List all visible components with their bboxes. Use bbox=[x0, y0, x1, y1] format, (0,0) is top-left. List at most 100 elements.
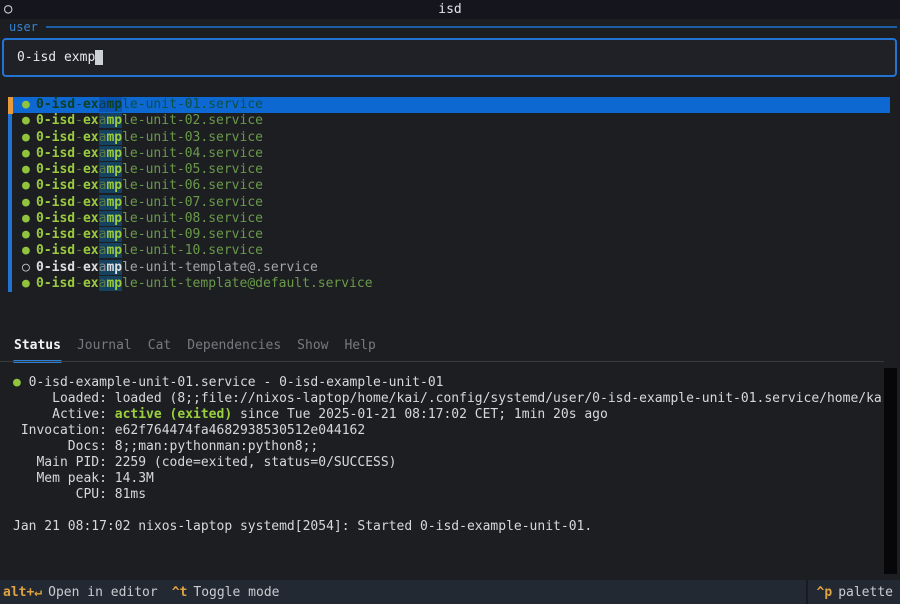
unit-active-icon: ● bbox=[22, 276, 36, 292]
text-segment: le-unit-05.service bbox=[122, 162, 263, 177]
unit-name: 0-isd-example-unit-01.service bbox=[36, 97, 263, 112]
match-segment: ex bbox=[83, 276, 99, 291]
status-text-segment: Active: bbox=[13, 407, 115, 422]
unit-list-item[interactable]: ●0-isd-example-unit-02.service bbox=[12, 113, 890, 129]
match-segment: 0-isd bbox=[36, 146, 75, 161]
match-segment: ex bbox=[83, 146, 99, 161]
match-segment: mp bbox=[106, 243, 122, 258]
unit-inactive-icon: ○ bbox=[22, 260, 36, 276]
footer-bindings: alt+↵Open in editor ^tToggle mode bbox=[0, 585, 279, 600]
tab-help[interactable]: Help bbox=[344, 335, 375, 360]
tab-journal[interactable]: Journal bbox=[77, 335, 132, 360]
unit-active-icon: ● bbox=[22, 97, 36, 113]
unit-name: 0-isd-example-unit-template@.service bbox=[36, 260, 318, 275]
unit-name: 0-isd-example-unit-02.service bbox=[36, 113, 263, 128]
status-output: ● 0-isd-example-unit-01.service - 0-isd-… bbox=[13, 375, 883, 535]
status-text-segment: Invocation: e62f764474fa4682938530512e04… bbox=[13, 423, 365, 438]
match-segment: 0-isd bbox=[36, 162, 75, 177]
text-segment: - bbox=[75, 227, 83, 242]
text-segment: - bbox=[75, 130, 83, 145]
match-segment: mp bbox=[106, 146, 122, 161]
unit-list-item[interactable]: ●0-isd-example-unit-08.service bbox=[12, 211, 890, 227]
unit-name: 0-isd-example-unit-04.service bbox=[36, 146, 263, 161]
match-segment: mp bbox=[106, 130, 122, 145]
binding-key: ^t bbox=[172, 585, 188, 600]
tab-cat[interactable]: Cat bbox=[148, 335, 171, 360]
match-segment: 0-isd bbox=[36, 243, 75, 258]
unit-name: 0-isd-example-unit-10.service bbox=[36, 243, 263, 258]
unit-list-item[interactable]: ●0-isd-example-unit-10.service bbox=[12, 243, 890, 259]
footer-binding[interactable]: alt+↵Open in editor bbox=[3, 585, 158, 600]
status-text-segment: CPU: 81ms bbox=[13, 487, 146, 502]
unit-list-item[interactable]: ●0-isd-example-unit-06.service bbox=[12, 178, 890, 194]
text-segment: - bbox=[75, 260, 83, 275]
tab-show[interactable]: Show bbox=[297, 335, 328, 360]
selected-row-marker bbox=[8, 97, 13, 114]
tab-status[interactable]: Status bbox=[14, 335, 61, 360]
text-segment: - bbox=[75, 113, 83, 128]
match-segment: mp bbox=[106, 276, 122, 291]
text-segment: - bbox=[75, 276, 83, 291]
text-segment: le-unit-03.service bbox=[122, 130, 263, 145]
palette-shortcut[interactable]: ^p palette bbox=[806, 580, 900, 604]
unit-name: 0-isd-example-unit-03.service bbox=[36, 130, 263, 145]
footer-keybar: alt+↵Open in editor ^tToggle mode ^p pale… bbox=[0, 580, 900, 604]
unit-list: ●0-isd-example-unit-01.service●0-isd-exa… bbox=[0, 97, 900, 292]
app-header: ○ isd bbox=[0, 0, 900, 19]
unit-active-icon: ● bbox=[22, 146, 36, 162]
status-text-segment: ● bbox=[13, 375, 29, 390]
status-text-segment: Loaded: loaded (8;;file://nixos-laptop/h… bbox=[13, 391, 883, 406]
text-segment: - bbox=[75, 178, 83, 193]
unit-active-icon: ● bbox=[22, 178, 36, 194]
unit-list-item[interactable]: ●0-isd-example-unit-template@default.ser… bbox=[12, 276, 890, 292]
search-input-value: 0-isd exmp bbox=[17, 50, 95, 65]
match-segment: ex bbox=[83, 260, 99, 275]
unit-list-item[interactable]: ●0-isd-example-unit-09.service bbox=[12, 227, 890, 243]
text-segment: le-unit-06.service bbox=[122, 178, 263, 193]
match-segment: ex bbox=[83, 162, 99, 177]
binding-key: alt+↵ bbox=[3, 585, 42, 600]
match-segment: mp bbox=[106, 260, 122, 275]
match-segment: ex bbox=[83, 178, 99, 193]
match-segment: 0-isd bbox=[36, 227, 75, 242]
unit-list-item[interactable]: ●0-isd-example-unit-05.service bbox=[12, 162, 890, 178]
unit-active-icon: ● bbox=[22, 243, 36, 259]
match-segment: 0-isd bbox=[36, 260, 75, 275]
match-segment: ex bbox=[83, 97, 99, 112]
unit-active-icon: ● bbox=[22, 211, 36, 227]
text-segment: le-unit-01.service bbox=[122, 97, 263, 112]
unit-name: 0-isd-example-unit-template@default.serv… bbox=[36, 276, 373, 291]
text-segment: le-unit-09.service bbox=[122, 227, 263, 242]
footer-binding[interactable]: ^tToggle mode bbox=[172, 585, 280, 600]
match-segment: ex bbox=[83, 243, 99, 258]
tabs-row: Status Journal Cat Dependencies Show Help bbox=[0, 335, 900, 363]
unit-list-item[interactable]: ●0-isd-example-unit-01.service bbox=[12, 97, 890, 113]
unit-list-item[interactable]: ●0-isd-example-unit-04.service bbox=[12, 146, 890, 162]
tab-dependencies[interactable]: Dependencies bbox=[187, 335, 281, 360]
match-segment: mp bbox=[106, 178, 122, 193]
match-segment: ex bbox=[83, 195, 99, 210]
unit-name: 0-isd-example-unit-08.service bbox=[36, 211, 263, 226]
unit-search-input[interactable]: 0-isd exmp bbox=[2, 38, 897, 77]
unit-list-item[interactable]: ●0-isd-example-unit-07.service bbox=[12, 195, 890, 211]
match-segment: mp bbox=[106, 195, 122, 210]
match-segment: ex bbox=[83, 130, 99, 145]
text-segment: le-unit-10.service bbox=[122, 243, 263, 258]
unit-list-item[interactable]: ○0-isd-example-unit-template@.service bbox=[12, 260, 890, 276]
match-segment: mp bbox=[106, 211, 122, 226]
text-segment: - bbox=[75, 162, 83, 177]
unit-list-item[interactable]: ●0-isd-example-unit-03.service bbox=[12, 130, 890, 146]
match-segment: ex bbox=[83, 113, 99, 128]
text-segment: le-unit-07.service bbox=[122, 195, 263, 210]
text-segment: le-unit-template@default.service bbox=[122, 276, 372, 291]
status-scrollbar[interactable] bbox=[884, 368, 897, 574]
isd-app: ○ isd user 0-isd exmp ●0-isd-example-uni… bbox=[0, 0, 900, 604]
match-segment: 0-isd bbox=[36, 97, 75, 112]
tab-bar-divider bbox=[0, 361, 884, 362]
text-segment: le-unit-template@.service bbox=[122, 260, 318, 275]
unit-rows: ●0-isd-example-unit-01.service●0-isd-exa… bbox=[0, 97, 900, 292]
match-segment: mp bbox=[106, 162, 122, 177]
palette-label: palette bbox=[838, 585, 893, 600]
tab-bar: Status Journal Cat Dependencies Show Help bbox=[0, 335, 900, 364]
text-segment: le-unit-08.service bbox=[122, 211, 263, 226]
